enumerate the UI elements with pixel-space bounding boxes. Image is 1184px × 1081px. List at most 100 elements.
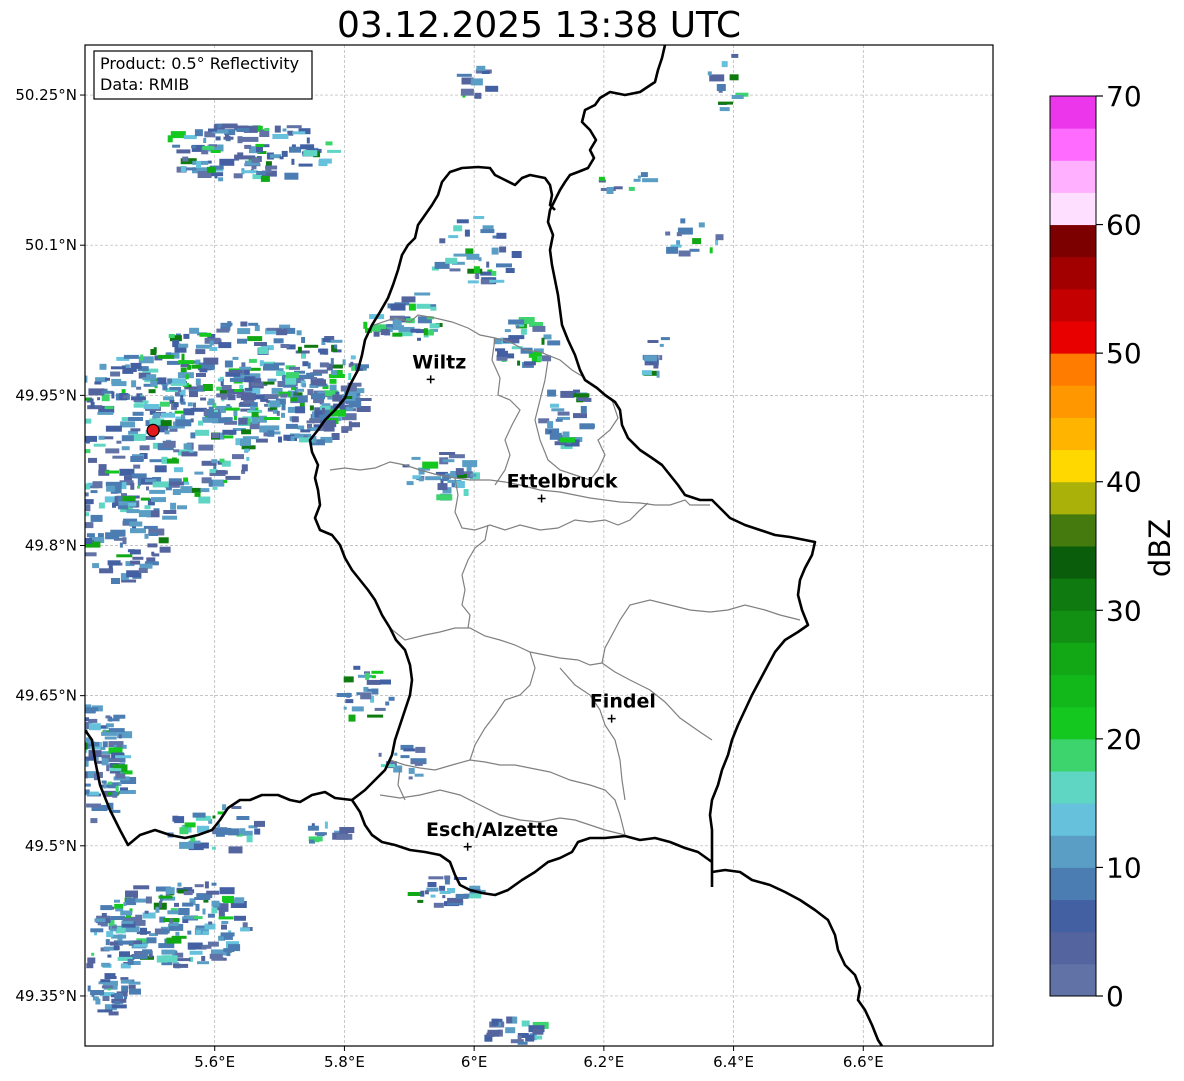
y-tick-label: 50.1°N [25,236,77,254]
echo-pixel [206,166,216,173]
echo-pixel [256,146,263,153]
echo-pixel [178,343,189,348]
echo-pixel [473,266,480,274]
echo-pixel [158,354,175,359]
echo-pixel [296,330,302,336]
echo-pixel [162,515,178,520]
echo-pixel [102,741,108,748]
echo-pixel [547,340,561,346]
echo-pixel [180,166,186,172]
echo-pixel [555,418,563,422]
echo-pixel [218,916,234,920]
echo-pixel [139,445,150,451]
x-tick-label: 6.2°E [583,1053,624,1071]
echo-pixel [120,421,136,428]
echo-pixel [171,935,187,939]
radar-map-figure: WiltzEttelbruckFindelEsch/Alzette 5.6°E 5… [15,44,1177,1071]
echo-pixel [168,334,175,338]
echo-pixel [187,942,203,950]
echo-pixel [216,328,230,333]
colorbar-segment [1050,706,1096,740]
echo-pixel [160,929,170,934]
echo-pixel [60,451,72,454]
echo-pixel [371,675,376,679]
echo-pixel [378,752,382,757]
product-info-box: Product: 0.5° Reflectivity Data: RMIB [93,50,313,100]
echo-pixel [343,706,347,710]
echo-pixel [309,405,314,411]
echo-pixel [88,457,97,463]
echo-pixel [145,896,152,904]
echo-pixel [115,755,132,759]
colorbar-segment [1050,642,1096,676]
echo-pixel [455,893,469,899]
echo-pixel [238,417,249,425]
echo-pixel [418,477,424,482]
echo-pixel [225,475,241,480]
echo-pixel [380,329,390,336]
echo-pixel [473,216,485,219]
echo-pixel [319,348,328,355]
echo-pixel [89,746,101,750]
echo-pixel [216,827,232,835]
x-tick-label: 6°E [461,1053,488,1071]
echo-pixel [130,560,141,565]
echo-pixel [302,361,309,367]
echo-pixel [290,436,295,442]
echo-pixel [97,411,114,415]
echo-pixel [164,430,170,435]
echo-pixel [102,996,110,1001]
echo-pixel [70,755,85,760]
echo-pixel [118,782,122,786]
echo-pixel [217,378,223,382]
echo-pixel [219,158,235,166]
echo-pixel [318,160,328,167]
echo-pixel [190,432,196,439]
echo-pixel [251,157,260,163]
echo-pixel [176,149,191,154]
echo-pixel [456,219,469,224]
echo-pixel [161,949,176,955]
echo-pixel [160,420,172,427]
echo-pixel [242,436,259,440]
echo-pixel [360,692,372,700]
echo-pixel [191,145,197,149]
echo-pixel [189,327,200,334]
echo-pixel [152,481,169,488]
echo-pixel [700,222,704,226]
echo-pixel [240,438,251,446]
city-label: Ettelbruck [507,470,618,492]
echo-pixel [101,780,107,784]
echo-pixel [356,692,361,696]
echo-pixel [348,714,356,722]
colorbar-segment [1050,578,1096,611]
echo-pixel [385,701,390,706]
echo-pixel [137,485,140,489]
echo-pixel [547,421,554,429]
echo-pixel [240,393,256,401]
echo-pixel [456,73,472,77]
echo-pixel [122,496,136,502]
echo-pixel [197,961,209,965]
echo-pixel [126,393,130,400]
echo-pixel [289,146,301,153]
echo-pixel [132,411,144,416]
colorbar-segment [1050,256,1096,290]
echo-pixel [218,177,224,182]
echo-pixel [367,688,377,692]
echo-pixel [573,393,590,398]
colorbar-tick-label: 50 [1106,337,1142,370]
echo-pixel [170,131,186,139]
echo-pixel [61,469,74,472]
echo-pixel [187,364,192,370]
echo-pixel [131,473,147,479]
echo-pixel [322,337,331,342]
echo-pixel [201,945,207,950]
echo-pixel [242,922,248,929]
echo-pixel [85,783,91,787]
echo-pixel [199,368,208,373]
echo-pixel [52,410,58,416]
echo-pixel [232,454,244,460]
echo-pixel [64,415,75,419]
city-label: Wiltz [412,351,466,373]
